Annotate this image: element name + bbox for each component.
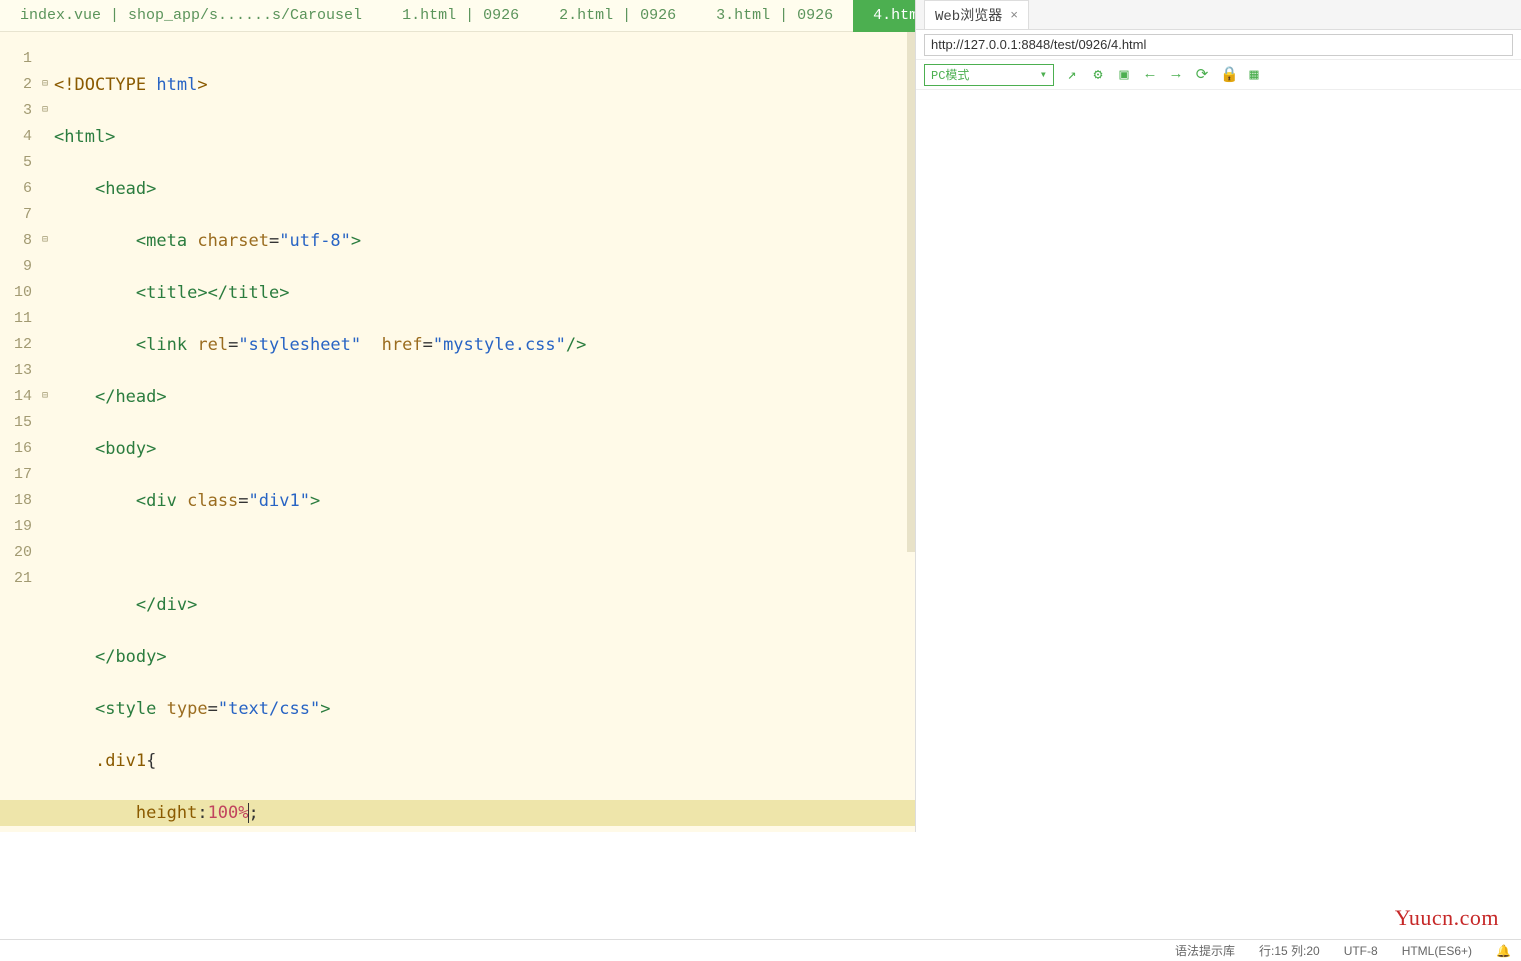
chevron-down-icon: ▾ <box>1040 67 1047 82</box>
status-bar: 语法提示库 行:15 列:20 UTF-8 HTML(ES6+) 🔔 <box>0 939 1521 961</box>
open-external-icon[interactable]: ↗ <box>1064 65 1080 84</box>
browser-pane: Web浏览器 × PC模式 ▾ ↗ ⚙ ▣ ← → ⟳ 🔒 ▦ <box>915 0 1521 832</box>
close-icon[interactable]: × <box>1010 8 1018 23</box>
editor-pane: index.vue | shop_app/s......s/Carousel 1… <box>0 0 915 832</box>
back-icon[interactable]: ← <box>1142 66 1158 83</box>
browser-tabbar: Web浏览器 × <box>916 0 1521 30</box>
refresh-icon[interactable]: ⟳ <box>1194 65 1210 84</box>
tab-3-html[interactable]: 3.html | 0926 <box>696 0 853 32</box>
forward-icon[interactable]: → <box>1168 66 1184 83</box>
tab-2-html[interactable]: 2.html | 0926 <box>539 0 696 32</box>
browser-toolbar: PC模式 ▾ ↗ ⚙ ▣ ← → ⟳ 🔒 ▦ <box>916 60 1521 90</box>
line-number-gutter: 123456789101112131415161718192021 <box>0 32 38 832</box>
status-language[interactable]: HTML(ES6+) <box>1402 944 1472 958</box>
tab-index-vue[interactable]: index.vue | shop_app/s......s/Carousel <box>0 0 382 32</box>
device-mode-select[interactable]: PC模式 ▾ <box>924 64 1054 86</box>
editor-tabs-bar: index.vue | shop_app/s......s/Carousel 1… <box>0 0 915 32</box>
code-body[interactable]: <!DOCTYPE html> <html> <head> <meta char… <box>52 32 915 832</box>
fold-column[interactable]: ⊟⊟⊟⊟ <box>38 32 52 832</box>
tab-1-html[interactable]: 1.html | 0926 <box>382 0 539 32</box>
url-input[interactable] <box>924 34 1513 56</box>
editor-scrollbar[interactable] <box>907 32 915 552</box>
lock-icon[interactable]: 🔒 <box>1220 65 1236 84</box>
devtools-icon[interactable]: ▣ <box>1116 65 1132 84</box>
watermark: Yuucn.com <box>1395 905 1499 931</box>
browser-tab[interactable]: Web浏览器 × <box>924 0 1029 29</box>
browser-viewport[interactable] <box>916 90 1521 832</box>
status-syntax-hints[interactable]: 语法提示库 <box>1175 942 1235 959</box>
status-cursor-position: 行:15 列:20 <box>1259 942 1320 959</box>
bottom-blank <box>0 832 1521 939</box>
qrcode-icon[interactable]: ▦ <box>1246 65 1262 84</box>
status-encoding[interactable]: UTF-8 <box>1344 944 1378 958</box>
bell-icon[interactable]: 🔔 <box>1496 944 1511 958</box>
gear-icon[interactable]: ⚙ <box>1090 65 1106 84</box>
device-mode-label: PC模式 <box>931 66 969 83</box>
url-bar <box>916 30 1521 60</box>
code-area[interactable]: 123456789101112131415161718192021 ⊟⊟⊟⊟ <… <box>0 32 915 832</box>
browser-tab-title: Web浏览器 <box>935 5 1002 25</box>
